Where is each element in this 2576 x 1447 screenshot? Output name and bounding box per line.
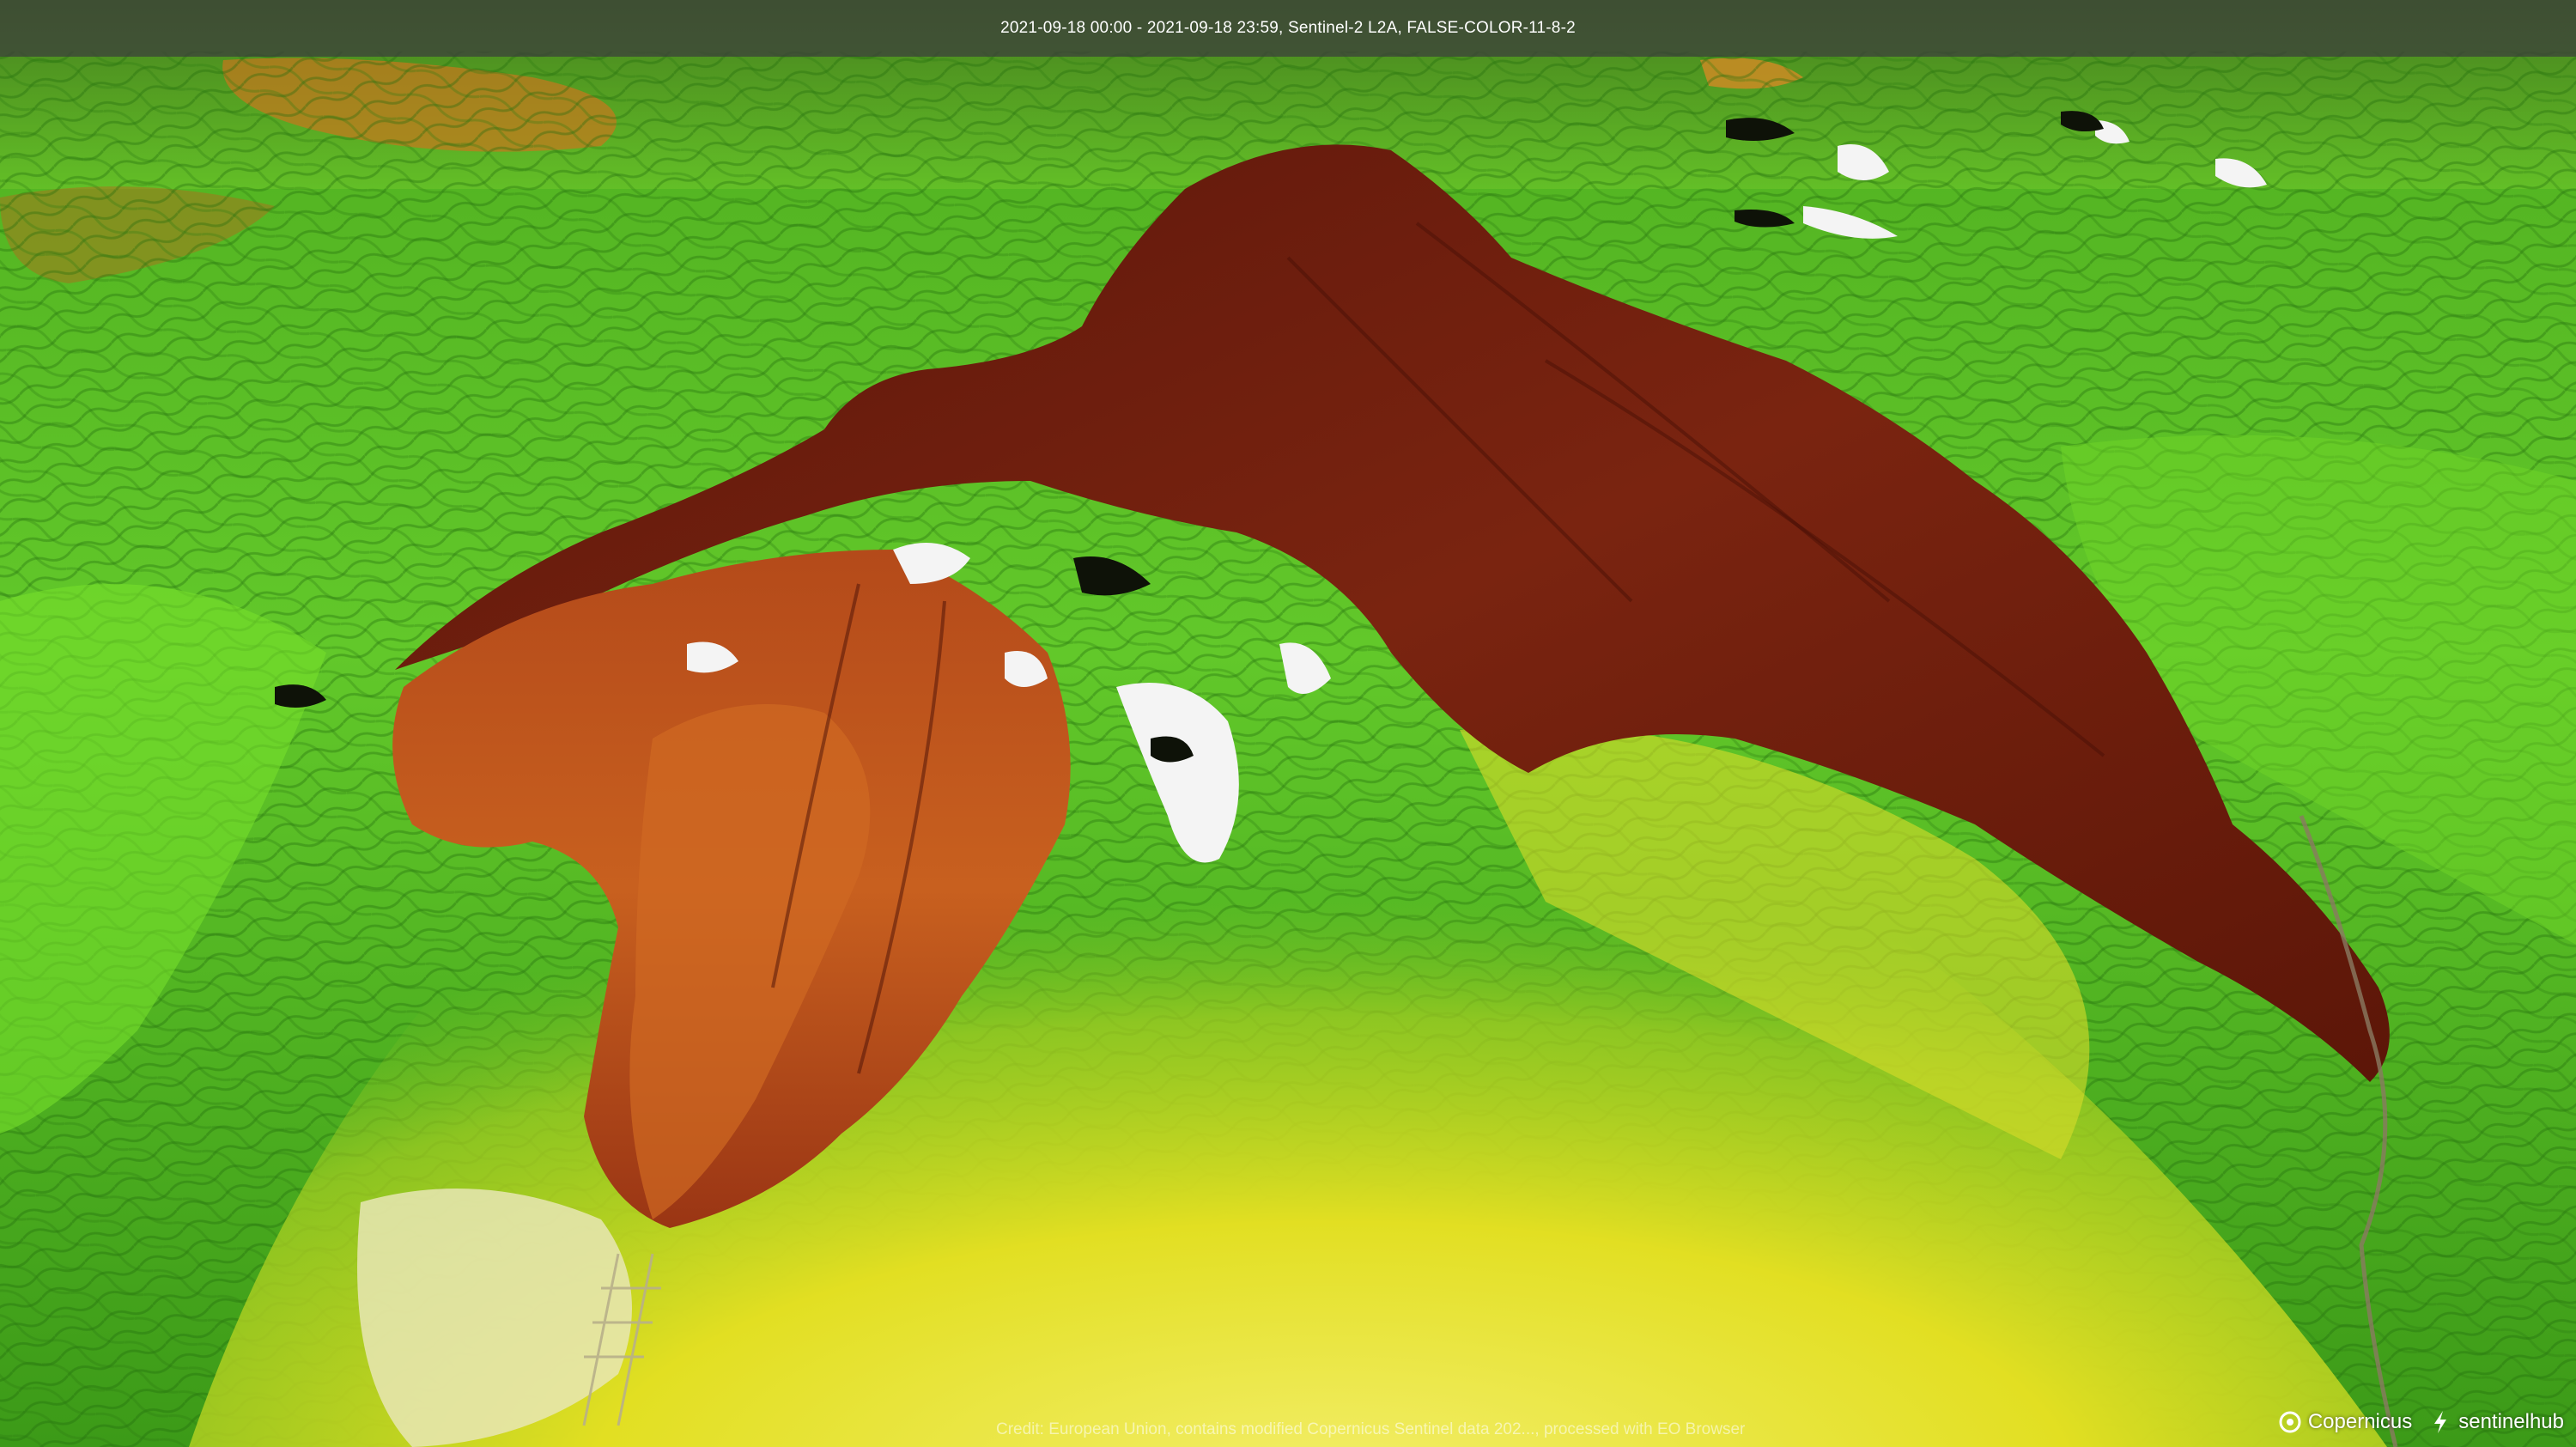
- copernicus-icon: [2279, 1411, 2301, 1433]
- logos: Copernicus sentinelhub: [2277, 1409, 2564, 1435]
- attribution-text: Credit: European Union, contains modifie…: [996, 1420, 1746, 1438]
- sentinelhub-logo: sentinelhub: [2427, 1409, 2564, 1435]
- copernicus-label: Copernicus: [2307, 1410, 2413, 1433]
- sentinelhub-label: sentinelhub: [2458, 1410, 2564, 1433]
- map-viewport[interactable]: 2021-09-18 00:00 - 2021-09-18 23:59, Sen…: [0, 0, 2576, 1447]
- sentinelhub-icon: [2434, 1411, 2447, 1433]
- terrain-3d-view[interactable]: [0, 0, 2576, 1447]
- title-bar: 2021-09-18 00:00 - 2021-09-18 23:59, Sen…: [0, 0, 2576, 57]
- copernicus-logo: Copernicus: [2277, 1409, 2412, 1435]
- map-title: 2021-09-18 00:00 - 2021-09-18 23:59, Sen…: [1000, 19, 1576, 37]
